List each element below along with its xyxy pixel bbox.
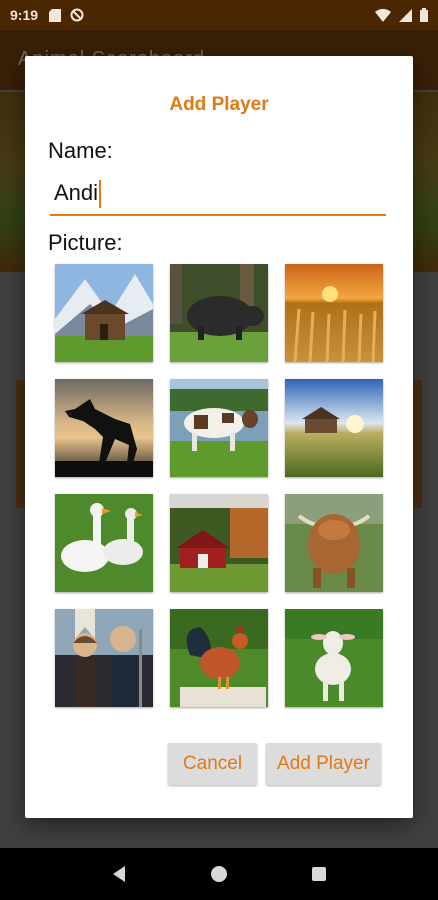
picture-label: Picture: [48,230,123,255]
recents-icon[interactable] [311,866,327,882]
picture-red-barn[interactable] [170,494,268,592]
picture-highland-cow[interactable] [285,494,383,592]
picture-american-gothic[interactable] [55,609,153,707]
picture-rearing-horse-silhouette[interactable] [55,379,153,477]
name-input[interactable]: Andi [50,174,386,216]
navigation-bar [0,848,438,900]
add-player-button[interactable]: Add Player [266,743,381,785]
name-input-value: Andi [54,180,99,205]
data-saver-icon [70,8,84,22]
status-bar: 9:19 [0,0,438,30]
cancel-button[interactable]: Cancel [168,743,257,785]
picture-dairy-cow[interactable] [170,379,268,477]
wifi-icon [375,8,391,25]
picture-cabin-mountains[interactable] [55,264,153,362]
picture-white-geese[interactable] [55,494,153,592]
status-time: 9:19 [10,7,39,23]
back-icon[interactable] [111,865,127,883]
text-caret [99,180,102,208]
home-icon[interactable] [210,865,228,883]
picture-black-pig[interactable] [170,264,268,362]
name-label: Name: [48,138,113,163]
add-player-dialog: Add Player Name: Andi Picture: Cancel Ad… [25,56,413,818]
picture-lamb[interactable] [285,609,383,707]
battery-icon [420,8,428,25]
picture-barn-sunrise[interactable] [285,379,383,477]
picture-wheat-field[interactable] [285,264,383,362]
sd-card-icon [48,8,62,22]
signal-icon [399,8,412,25]
dialog-title: Add Player [169,94,269,115]
picture-rooster[interactable] [170,609,268,707]
